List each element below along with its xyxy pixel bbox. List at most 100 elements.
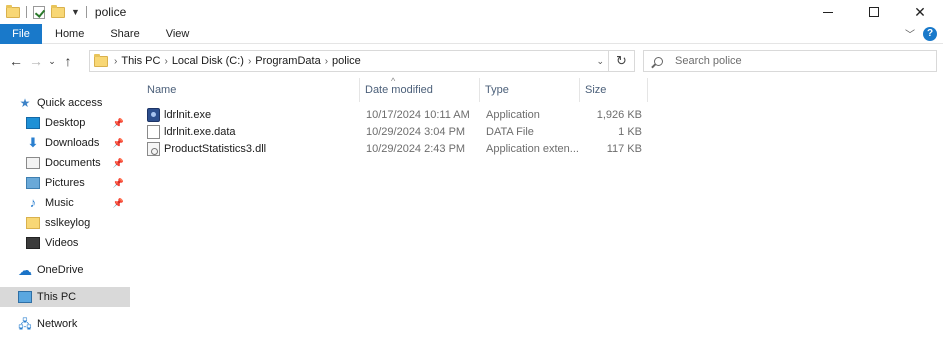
- file-name-cell[interactable]: ldrlnit.exe: [147, 106, 211, 124]
- column-header-type[interactable]: Type: [480, 78, 580, 102]
- computer-icon: [18, 291, 32, 303]
- up-arrow-icon[interactable]: ↑: [58, 53, 78, 69]
- sidebar-item-documents[interactable]: Documents 📌: [0, 153, 130, 173]
- file-date: 10/29/2024 2:43 PM: [366, 143, 466, 155]
- column-header-label: Name: [147, 84, 177, 96]
- maximize-button[interactable]: [851, 0, 897, 24]
- file-name: ldrlnit.exe: [164, 109, 212, 121]
- sidebar-item-this-pc[interactable]: This PC: [0, 287, 130, 307]
- sidebar-item-label: sslkeylog: [45, 217, 91, 229]
- expand-ribbon-chevron-icon[interactable]: ﹀: [905, 26, 915, 41]
- documents-icon: [26, 157, 40, 169]
- ribbon-tabs: File Home Share View ﹀ ?: [0, 23, 943, 44]
- sidebar-item-pictures[interactable]: Pictures 📌: [0, 173, 130, 193]
- pictures-icon: [26, 177, 40, 189]
- breadcrumb-separator-icon[interactable]: ›: [114, 56, 117, 67]
- exe-icon: [147, 108, 160, 122]
- sidebar-item-desktop[interactable]: Desktop 📌: [0, 113, 130, 133]
- tab-view[interactable]: View: [153, 24, 203, 44]
- data-file-icon: [147, 125, 160, 139]
- sidebar-item-onedrive[interactable]: ☁ OneDrive: [0, 260, 130, 280]
- sidebar-item-videos[interactable]: Videos: [0, 233, 130, 253]
- customize-toolbar-chevron-icon[interactable]: ▼: [71, 7, 80, 17]
- videos-icon: [26, 237, 40, 249]
- folder-icon: [26, 217, 40, 229]
- file-row[interactable]: ldrlnit.exe 10/17/2024 10:11 AM Applicat…: [142, 106, 650, 124]
- file-row[interactable]: ldrlnit.exe.data 10/29/2024 3:04 PM DATA…: [142, 123, 650, 141]
- close-button[interactable]: ✕: [897, 0, 943, 24]
- search-placeholder: Search police: [675, 55, 742, 67]
- toolbar-divider: [85, 6, 87, 18]
- breadcrumb-separator-icon[interactable]: ›: [325, 56, 328, 67]
- sidebar-item-sslkeylog[interactable]: sslkeylog: [0, 213, 130, 233]
- minimize-button[interactable]: [805, 0, 851, 24]
- search-input[interactable]: Search police: [643, 50, 937, 72]
- sidebar-item-downloads[interactable]: ⬇ Downloads 📌: [0, 133, 130, 153]
- recent-locations-chevron-icon[interactable]: ⌄: [46, 56, 58, 67]
- pin-icon[interactable]: 📌: [113, 158, 124, 169]
- address-history-chevron-icon[interactable]: ⌄: [596, 56, 604, 67]
- breadcrumb-programdata[interactable]: ProgramData: [255, 55, 320, 67]
- file-name-cell[interactable]: ProductStatistics3.dll: [147, 140, 266, 158]
- breadcrumb-police[interactable]: police: [332, 55, 361, 67]
- sidebar-item-label: Documents: [45, 157, 101, 169]
- properties-icon[interactable]: [33, 5, 45, 19]
- maximize-icon: [869, 7, 879, 17]
- sidebar-item-label: Downloads: [45, 137, 100, 149]
- file-type: Application exten...: [486, 143, 579, 155]
- tab-share[interactable]: Share: [97, 24, 152, 44]
- sidebar-item-quick-access[interactable]: ★ Quick access: [18, 93, 130, 113]
- tab-home[interactable]: Home: [42, 24, 97, 44]
- file-name: ProductStatistics3.dll: [164, 143, 267, 155]
- address-bar[interactable]: › This PC › Local Disk (C:) › ProgramDat…: [89, 50, 609, 72]
- file-size: 1,926 KB: [596, 109, 642, 121]
- sidebar-item-label: Videos: [45, 237, 79, 249]
- downloads-icon: ⬇: [27, 135, 39, 150]
- ribbon-right-controls: ﹀ ?: [905, 26, 937, 41]
- help-icon[interactable]: ?: [923, 26, 937, 41]
- column-headers: ^ Name Date modified Type Size: [142, 76, 650, 102]
- dll-icon: [147, 142, 160, 156]
- pin-icon[interactable]: 📌: [113, 178, 124, 189]
- column-header-name[interactable]: Name: [142, 78, 360, 102]
- sidebar-item-label: This PC: [37, 291, 77, 303]
- new-folder-icon[interactable]: [51, 4, 65, 18]
- quick-access-toolbar: ▼: [0, 4, 87, 19]
- pin-icon[interactable]: 📌: [113, 138, 124, 149]
- folder-icon: [94, 53, 108, 67]
- column-header-size[interactable]: Size: [580, 78, 648, 102]
- sidebar-item-label: Pictures: [45, 177, 85, 189]
- title-bar: ▼ police ✕: [0, 0, 943, 24]
- sidebar-item-label: OneDrive: [37, 264, 84, 276]
- column-header-date-modified[interactable]: Date modified: [360, 78, 480, 102]
- sidebar-item-music[interactable]: ♪ Music 📌: [0, 193, 130, 213]
- file-name: ldrlnit.exe.data: [164, 126, 236, 138]
- file-row[interactable]: ProductStatistics3.dll 10/29/2024 2:43 P…: [142, 140, 650, 158]
- network-icon: 🖧: [18, 317, 32, 331]
- window-title: police: [94, 5, 127, 19]
- tab-file[interactable]: File: [0, 23, 42, 44]
- window-controls: ✕: [805, 0, 943, 24]
- file-size: 117 KB: [606, 143, 642, 155]
- breadcrumb-separator-icon[interactable]: ›: [248, 56, 251, 67]
- forward-arrow-icon[interactable]: →: [26, 53, 46, 69]
- refresh-button[interactable]: ↻: [609, 50, 635, 72]
- column-header-label: Type: [485, 84, 509, 96]
- back-arrow-icon[interactable]: ←: [6, 53, 26, 69]
- file-name-cell[interactable]: ldrlnit.exe.data: [147, 123, 236, 141]
- breadcrumb-local-disk[interactable]: Local Disk (C:): [172, 55, 244, 67]
- search-icon: [654, 56, 663, 66]
- sidebar-item-label: Desktop: [45, 117, 86, 129]
- file-date: 10/29/2024 3:04 PM: [366, 126, 466, 138]
- pin-icon[interactable]: 📌: [113, 118, 124, 129]
- sidebar-item-label: Network: [37, 318, 78, 330]
- breadcrumb-this-pc[interactable]: This PC: [121, 55, 160, 67]
- star-icon: ★: [19, 96, 31, 110]
- sidebar-item-network[interactable]: 🖧 Network: [0, 314, 130, 334]
- pin-icon[interactable]: 📌: [113, 198, 124, 209]
- breadcrumb-separator-icon[interactable]: ›: [164, 56, 167, 67]
- music-icon: ♪: [29, 195, 37, 210]
- file-date: 10/17/2024 10:11 AM: [366, 109, 470, 121]
- file-type: Application: [486, 109, 540, 121]
- column-header-label: Date modified: [365, 84, 433, 96]
